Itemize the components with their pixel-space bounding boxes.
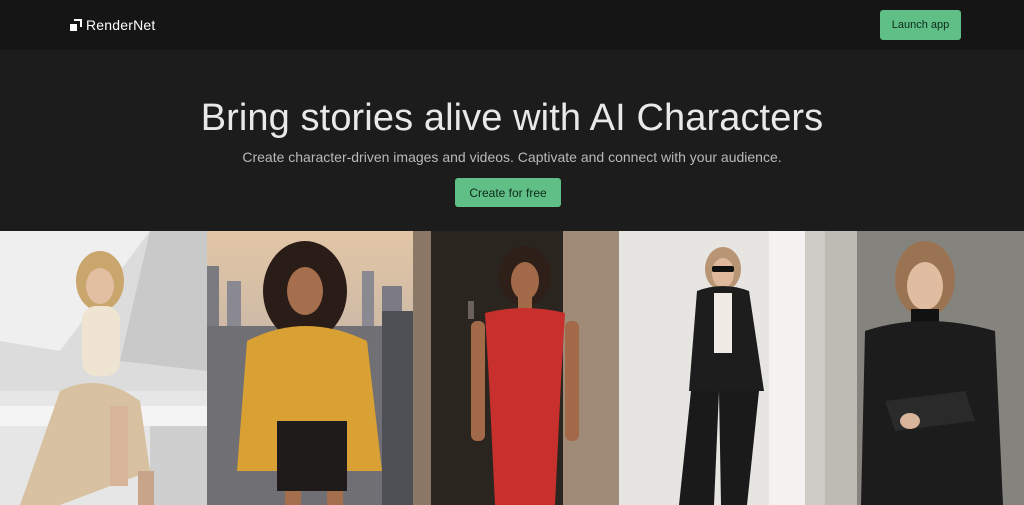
gallery-image-black-suit [619,231,825,505]
gallery-image-cream-knit [0,231,207,505]
character-gallery [0,231,1024,505]
hero-title: Bring stories alive with AI Characters [200,97,824,139]
create-for-free-button[interactable]: Create for free [455,178,561,207]
gallery-image-mustard-sweater [207,231,413,505]
gallery-image-leather-jacket [825,231,1024,505]
top-nav-bar: RenderNet Launch app [0,0,1024,50]
launch-app-button[interactable]: Launch app [880,10,961,40]
hero-subtitle: Create character-driven images and video… [242,149,782,165]
brand-logo[interactable]: RenderNet [70,16,156,34]
hero-section: Bring stories alive with AI Characters C… [0,50,1024,231]
rendernet-logo-icon [70,19,82,31]
brand-name: RenderNet [86,17,156,33]
gallery-image-red-dress [413,231,619,505]
